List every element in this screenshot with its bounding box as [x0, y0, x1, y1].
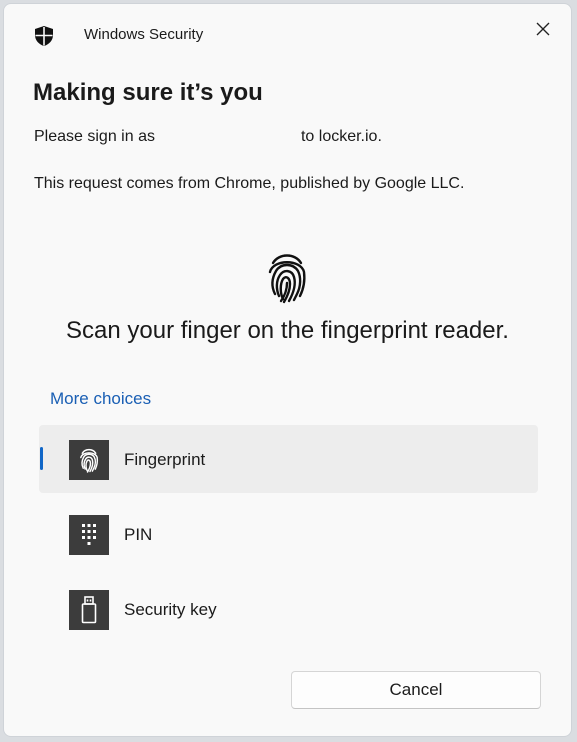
title-bar: Windows Security — [4, 4, 571, 68]
request-source-text: This request comes from Chrome, publishe… — [34, 175, 465, 192]
option-fingerprint[interactable]: Fingerprint — [39, 425, 538, 493]
signin-prefix: Please sign in as — [34, 128, 155, 145]
option-pin[interactable]: PIN — [39, 500, 538, 568]
close-icon — [536, 22, 550, 36]
option-label: PIN — [124, 525, 153, 544]
signin-message: Please sign in as to locker.io. — [34, 128, 382, 146]
cancel-button[interactable]: Cancel — [291, 671, 541, 709]
app-title: Windows Security — [84, 26, 204, 43]
scan-instruction: Scan your finger on the fingerprint read… — [66, 317, 509, 344]
option-security-key[interactable]: Security key — [39, 575, 538, 643]
selection-indicator — [40, 447, 43, 470]
option-label: Fingerprint — [124, 450, 206, 469]
fingerprint-icon — [69, 440, 109, 480]
shield-icon — [33, 25, 55, 47]
close-button[interactable] — [529, 15, 557, 43]
windows-security-dialog: Windows Security Making sure it’s you Pl… — [3, 3, 572, 737]
dialog-heading: Making sure it’s you — [33, 79, 263, 106]
more-choices-link[interactable]: More choices — [50, 389, 151, 409]
keypad-icon — [69, 515, 109, 555]
signin-suffix: to locker.io. — [300, 128, 382, 145]
usb-key-icon — [69, 590, 109, 630]
option-label: Security key — [124, 600, 217, 619]
fingerprint-icon — [267, 250, 307, 304]
